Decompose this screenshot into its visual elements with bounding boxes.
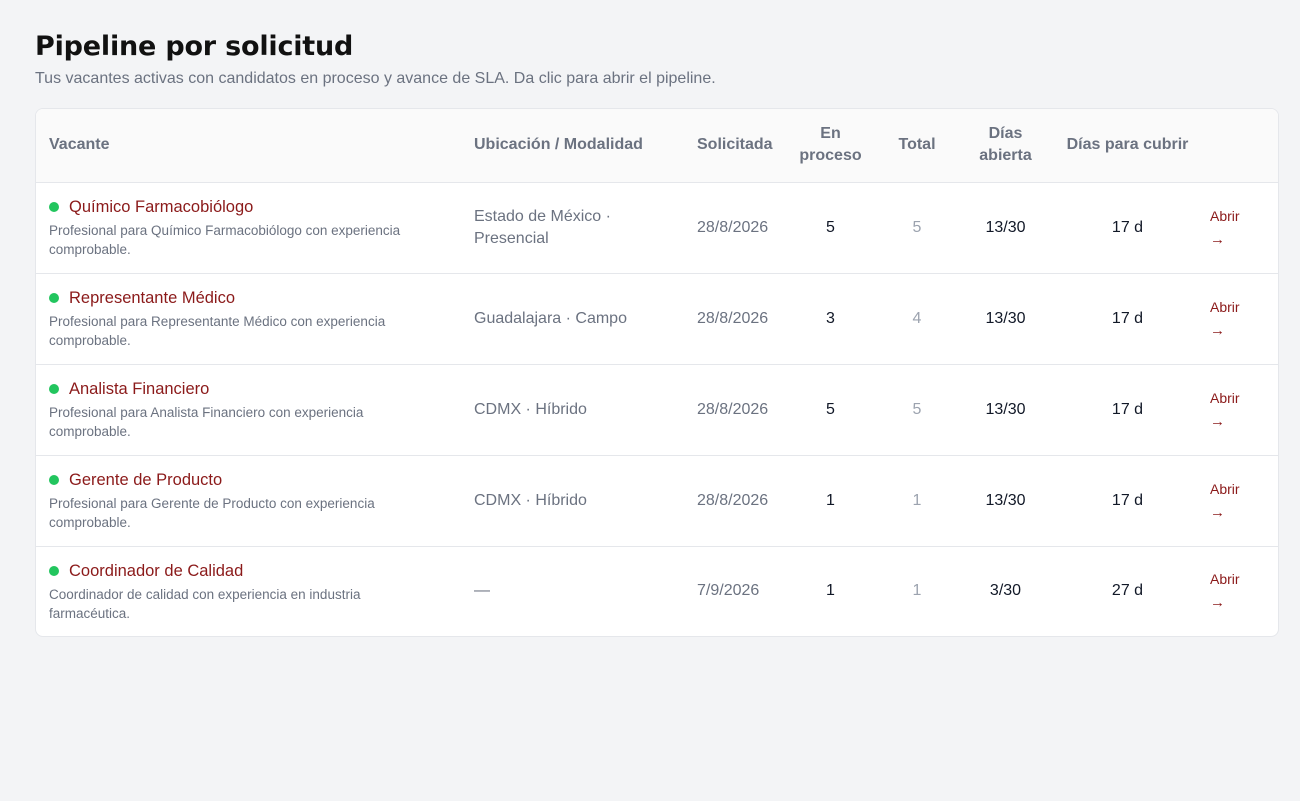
days-to-fill-cell: 17 d [1111,309,1144,327]
header-actions [1206,109,1278,182]
location-cell: Estado de México · Presencial [474,207,611,247]
in-process-count: 5 [826,400,835,418]
table-row[interactable]: Químico Farmacobiólogo Profesional para … [36,182,1278,273]
arrow-right-icon: → [1210,594,1225,612]
vacancy-cell: Analista Financiero Profesional para Ana… [36,364,461,455]
page-title: Pipeline por solicitud [35,31,354,62]
in-process-count: 5 [826,218,835,236]
header-dias-abierta[interactable]: Días abierta [962,109,1049,182]
days-to-fill-cell: 27 d [1111,582,1144,600]
status-dot [49,293,59,303]
open-pipeline-link[interactable]: Abrir → [1210,478,1240,524]
vacancy-title[interactable]: Coordinador de Calidad [69,560,243,582]
header-solicitada[interactable]: Solicitada [684,109,789,182]
requested-date-cell: 28/8/2026 [697,400,769,418]
location-cell: Guadalajara · Campo [474,309,627,327]
total-count: 4 [912,309,922,327]
open-label: Abrir [1210,298,1240,315]
days-to-fill-cell: 17 d [1111,491,1144,509]
pipeline-table-card: Vacante Ubicación / Modalidad Solicitada… [35,108,1279,637]
location-cell: — [474,582,490,600]
requested-date-cell: 28/8/2026 [697,218,769,236]
open-label: Abrir [1210,207,1240,224]
requested-date-cell: 28/8/2026 [697,309,769,327]
header-en-proceso[interactable]: En proceso [789,109,872,182]
header-dias-para-cubrir[interactable]: Días para cubrir [1049,109,1206,182]
location-cell: CDMX · Híbrido [474,400,587,418]
header-total[interactable]: Total [872,109,962,182]
in-process-count: 1 [826,582,835,600]
table-row[interactable]: Coordinador de Calidad Coordinador de ca… [36,546,1278,636]
header-vacante[interactable]: Vacante [36,109,461,182]
arrow-right-icon: → [1210,321,1225,339]
vacancy-description: Profesional para Químico Farmacobiólogo … [49,223,401,257]
requested-date-cell: 7/9/2026 [697,582,760,600]
open-label: Abrir [1210,480,1240,497]
open-label: Abrir [1210,389,1240,406]
vacancy-title[interactable]: Analista Financiero [69,378,209,400]
vacancy-title[interactable]: Gerente de Producto [69,469,222,491]
vacancy-title[interactable]: Químico Farmacobiólogo [69,196,253,218]
days-to-fill-cell: 17 d [1111,400,1144,418]
days-open-cell: 3/30 [989,582,1022,600]
arrow-right-icon: → [1210,503,1225,521]
table-header-row: Vacante Ubicación / Modalidad Solicitada… [36,109,1278,182]
days-open-cell: 13/30 [985,491,1026,509]
location-cell: CDMX · Híbrido [474,491,587,509]
vacancy-description: Profesional para Analista Financiero con… [49,405,364,439]
vacancy-description: Coordinador de calidad con experiencia e… [49,586,361,621]
table-row[interactable]: Representante Médico Profesional para Re… [36,273,1278,364]
days-open-cell: 13/30 [985,218,1026,236]
requested-date-cell: 28/8/2026 [697,491,769,509]
open-pipeline-link[interactable]: Abrir → [1210,568,1240,614]
table-row[interactable]: Gerente de Producto Profesional para Ger… [36,455,1278,546]
days-to-fill-cell: 17 d [1111,218,1144,236]
vacancy-description: Profesional para Gerente de Producto con… [49,496,375,530]
in-process-count: 3 [826,309,835,327]
vacancy-cell: Gerente de Producto Profesional para Ger… [36,455,461,546]
vacancy-description: Profesional para Representante Médico co… [49,314,386,348]
vacancy-title[interactable]: Representante Médico [69,287,235,309]
in-process-count: 1 [826,491,835,509]
days-open-cell: 13/30 [985,400,1026,418]
page: Pipeline por solicitud Tus vacantes acti… [0,0,1300,637]
status-dot [49,202,59,212]
open-pipeline-link[interactable]: Abrir → [1210,296,1240,342]
open-label: Abrir [1210,571,1240,588]
open-pipeline-link[interactable]: Abrir → [1210,205,1240,251]
status-dot [49,475,59,485]
status-dot [49,384,59,394]
vacancy-cell: Representante Médico Profesional para Re… [36,273,461,364]
total-count: 5 [912,400,922,418]
total-count: 1 [912,582,922,600]
header-ubicacion[interactable]: Ubicación / Modalidad [461,109,684,182]
pipeline-table: Vacante Ubicación / Modalidad Solicitada… [36,109,1278,636]
open-pipeline-link[interactable]: Abrir → [1210,387,1240,433]
total-count: 5 [912,218,922,236]
arrow-right-icon: → [1210,412,1225,430]
status-dot [49,565,59,576]
table-row[interactable]: Analista Financiero Profesional para Ana… [36,364,1278,455]
days-open-cell: 13/30 [985,309,1026,327]
page-subtitle: Tus vacantes activas con candidatos en p… [35,70,716,87]
vacancy-cell: Coordinador de Calidad Coordinador de ca… [36,546,461,636]
arrow-right-icon: → [1210,230,1225,248]
total-count: 1 [912,491,922,509]
vacancy-cell: Químico Farmacobiólogo Profesional para … [36,182,461,273]
